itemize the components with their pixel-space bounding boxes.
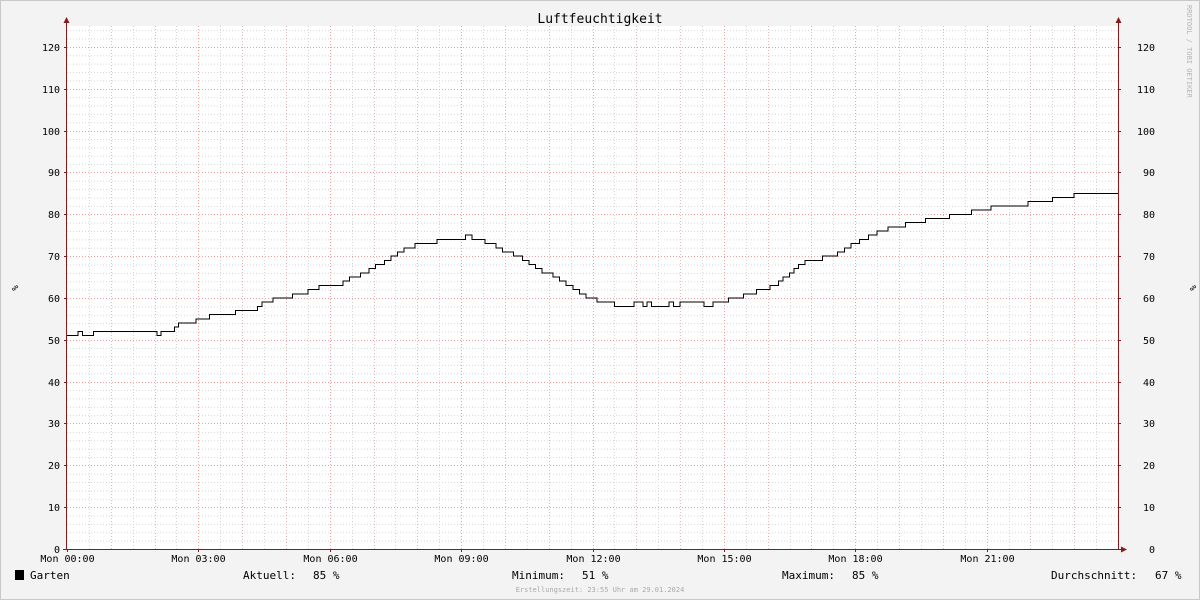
creation-timestamp: Erstellungszeit: 23:55 Uhr am 29.01.2024: [516, 586, 685, 594]
chart-title: Luftfeuchtigkeit: [537, 12, 662, 27]
plot-area: [67, 26, 1118, 549]
x-tick-label: Mon 09:00: [434, 554, 488, 565]
y-tick-label-right: 20: [1143, 461, 1155, 472]
y-axis-label-right: %: [1187, 285, 1197, 291]
y-tick-label: 30: [48, 419, 60, 430]
x-tick-label: Mon 18:00: [828, 554, 882, 565]
y-tick-label: 90: [48, 168, 60, 179]
legend-series-name: Garten: [30, 569, 70, 582]
y-tick-label: 70: [48, 252, 60, 263]
x-tick-label: Mon 03:00: [171, 554, 225, 565]
y-axis-right-arrow: [1115, 17, 1122, 23]
y-tick-label-right: 50: [1143, 336, 1155, 347]
y-axis-label-left: %: [9, 285, 19, 291]
legend-avg-value: 67 %: [1155, 569, 1182, 582]
legend-current-label: Aktuell:: [243, 569, 296, 582]
legend-min-label: Minimum:: [512, 569, 565, 582]
x-tick-label: Mon 12:00: [566, 554, 620, 565]
legend-min-value: 51 %: [582, 569, 609, 582]
legend-swatch: [15, 570, 24, 580]
y-tick-label: 10: [48, 503, 60, 514]
legend-max-label: Maximum:: [782, 569, 835, 582]
chart-canvas: 0 010 1020 2030 3040 4050 5060 6070 7080 8090 9010…: [9, 5, 1197, 594]
y-tick-label: 100: [42, 127, 60, 138]
y-tick-label: 110: [42, 85, 60, 96]
y-tick-label: 80: [48, 210, 60, 221]
x-axis-arrow: [1121, 546, 1127, 553]
y-tick-label-right: 70: [1143, 252, 1155, 263]
y-axis-left-arrow: [63, 17, 70, 23]
y-tick-label-right: 40: [1143, 378, 1155, 389]
y-tick-label: 50: [48, 336, 60, 347]
x-tick-label: Mon 21:00: [960, 554, 1014, 565]
x-tick-label: Mon 06:00: [303, 554, 357, 565]
legend-current-value: 85 %: [313, 569, 340, 582]
y-tick-label-right: 60: [1143, 294, 1155, 305]
y-tick-label: 20: [48, 461, 60, 472]
y-tick-label-right: 30: [1143, 419, 1155, 430]
legend-avg-label: Durchschnitt:: [1051, 569, 1137, 582]
y-tick-label-right: 80: [1143, 210, 1155, 221]
y-tick-label-right: 110: [1137, 85, 1155, 96]
x-tick-label: Mon 15:00: [697, 554, 751, 565]
y-tick-label-right: 0: [1149, 545, 1155, 556]
y-tick-label: 60: [48, 294, 60, 305]
y-tick-label: 40: [48, 378, 60, 389]
x-tick-label: Mon 00:00: [40, 554, 94, 565]
y-tick-label-right: 90: [1143, 168, 1155, 179]
y-tick-label: 120: [42, 43, 60, 54]
watermark: RRDTOOL / TOBI OETIKER: [1185, 5, 1193, 99]
y-tick-label-right: 120: [1137, 43, 1155, 54]
legend-max-value: 85 %: [852, 569, 879, 582]
y-tick-label-right: 100: [1137, 127, 1155, 138]
y-tick-label-right: 10: [1143, 503, 1155, 514]
